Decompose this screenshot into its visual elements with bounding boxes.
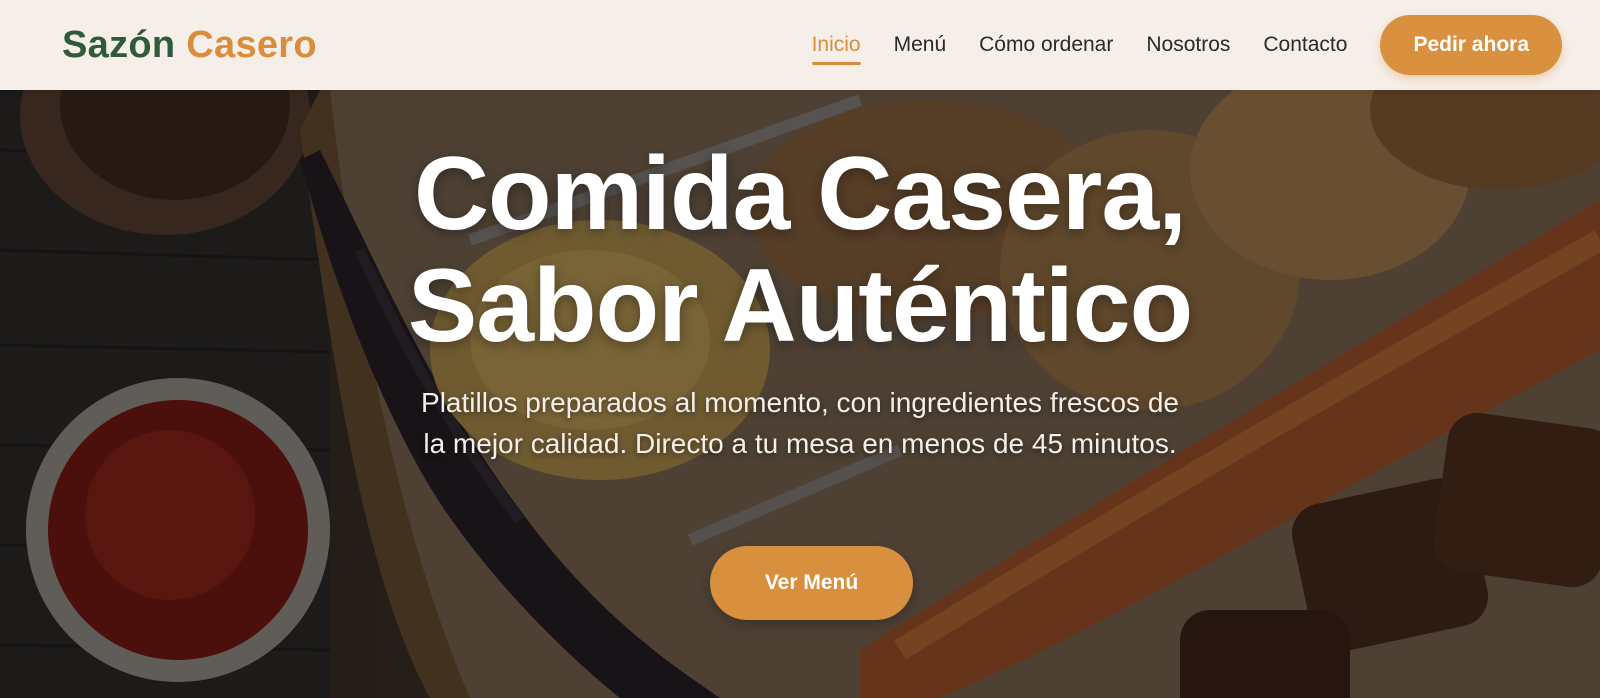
hero-subtitle: Platillos preparados al momento, con ing… xyxy=(421,387,1179,459)
hero-title: Comida Casera, Sabor Auténtico xyxy=(0,138,1600,362)
nav-link-nosotros[interactable]: Nosotros xyxy=(1146,25,1230,65)
nav-link-contacto[interactable]: Contacto xyxy=(1263,25,1347,65)
brand-name-part1: Sazón xyxy=(62,23,176,66)
hero-content: Comida Casera, Sabor Auténtico Platillos… xyxy=(0,90,1600,698)
nav-link-como-ordenar[interactable]: Cómo ordenar xyxy=(979,25,1113,65)
hero-title-line2: Sabor Auténtico xyxy=(407,248,1193,364)
hero-title-line1: Comida Casera, xyxy=(413,136,1187,252)
nav-link-menu[interactable]: Menú xyxy=(894,25,947,65)
site-header: Sazón Casero Inicio Menú Cómo ordenar No… xyxy=(0,0,1600,90)
view-menu-button[interactable]: Ver Menú xyxy=(710,546,913,620)
nav-link-inicio[interactable]: Inicio xyxy=(811,25,861,65)
brand-logo[interactable]: Sazón Casero xyxy=(62,24,317,67)
order-now-button[interactable]: Pedir ahora xyxy=(1380,15,1562,75)
brand-name-part2: Casero xyxy=(186,23,317,66)
hero-section: Comida Casera, Sabor Auténtico Platillos… xyxy=(0,90,1600,698)
main-nav: Inicio Menú Cómo ordenar Nosotros Contac… xyxy=(811,15,1562,75)
